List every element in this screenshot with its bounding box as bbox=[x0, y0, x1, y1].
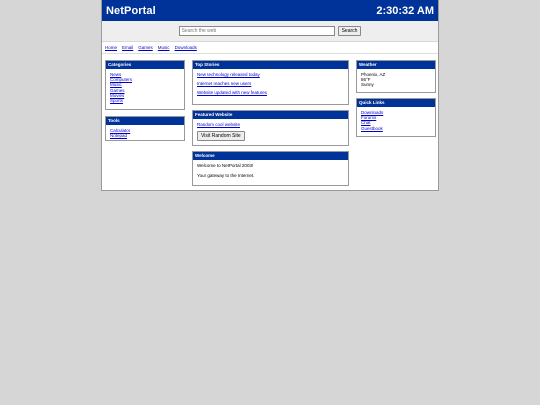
categories-title: Categories bbox=[106, 61, 184, 69]
story-link-3[interactable]: Website updated with new features bbox=[197, 90, 344, 95]
portal-page: NetPortal 2:30:32 AM Search Home Email G… bbox=[101, 0, 439, 191]
tools-title: Tools bbox=[106, 117, 184, 125]
featured-box: Featured Website Random cool website Vis… bbox=[192, 110, 349, 146]
category-sports-link[interactable]: Sports bbox=[110, 98, 180, 103]
categories-box: Categories News Computers Music Games Mo… bbox=[105, 60, 185, 110]
nav-link-games[interactable]: Games bbox=[138, 45, 153, 50]
nav-link-email[interactable]: Email bbox=[122, 45, 133, 50]
top-stories-box: Top Stories New technology released toda… bbox=[192, 60, 349, 105]
visit-random-site-button[interactable]: Visit Random Site bbox=[197, 131, 245, 142]
search-bar: Search bbox=[102, 21, 438, 42]
site-title: NetPortal bbox=[106, 4, 156, 17]
weather-box: Weather Phoenix, AZ 86°F Sunny bbox=[356, 60, 436, 93]
nav-link-home[interactable]: Home bbox=[105, 45, 117, 50]
tools-box: Tools Calculator Notepad bbox=[105, 116, 185, 141]
nav-link-downloads[interactable]: Downloads bbox=[175, 45, 197, 50]
weather-condition: Sunny bbox=[361, 82, 374, 88]
clock: 2:30:32 AM bbox=[376, 4, 434, 17]
weather-title: Weather bbox=[357, 61, 435, 69]
welcome-line-2: Your gateway to the Internet. bbox=[197, 173, 255, 179]
nav-bar: Home Email Games Music Downloads bbox=[102, 42, 438, 54]
welcome-title: Welcome bbox=[193, 152, 348, 160]
search-input[interactable] bbox=[178, 26, 335, 36]
quick-links-title: Quick Links bbox=[357, 99, 435, 107]
top-stories-title: Top Stories bbox=[193, 61, 348, 69]
nav-link-music[interactable]: Music bbox=[158, 45, 170, 50]
tool-notepad-link[interactable]: Notepad bbox=[110, 133, 180, 138]
quick-links-box: Quick Links Downloads Forums Chat Guestb… bbox=[356, 98, 436, 137]
header: NetPortal 2:30:32 AM bbox=[102, 0, 438, 21]
welcome-box: Welcome Welcome to NetPortal 2003! Your … bbox=[192, 151, 349, 186]
search-button[interactable]: Search bbox=[337, 26, 362, 36]
quick-link-guestbook[interactable]: Guestbook bbox=[361, 126, 431, 131]
featured-title: Featured Website bbox=[193, 111, 348, 119]
